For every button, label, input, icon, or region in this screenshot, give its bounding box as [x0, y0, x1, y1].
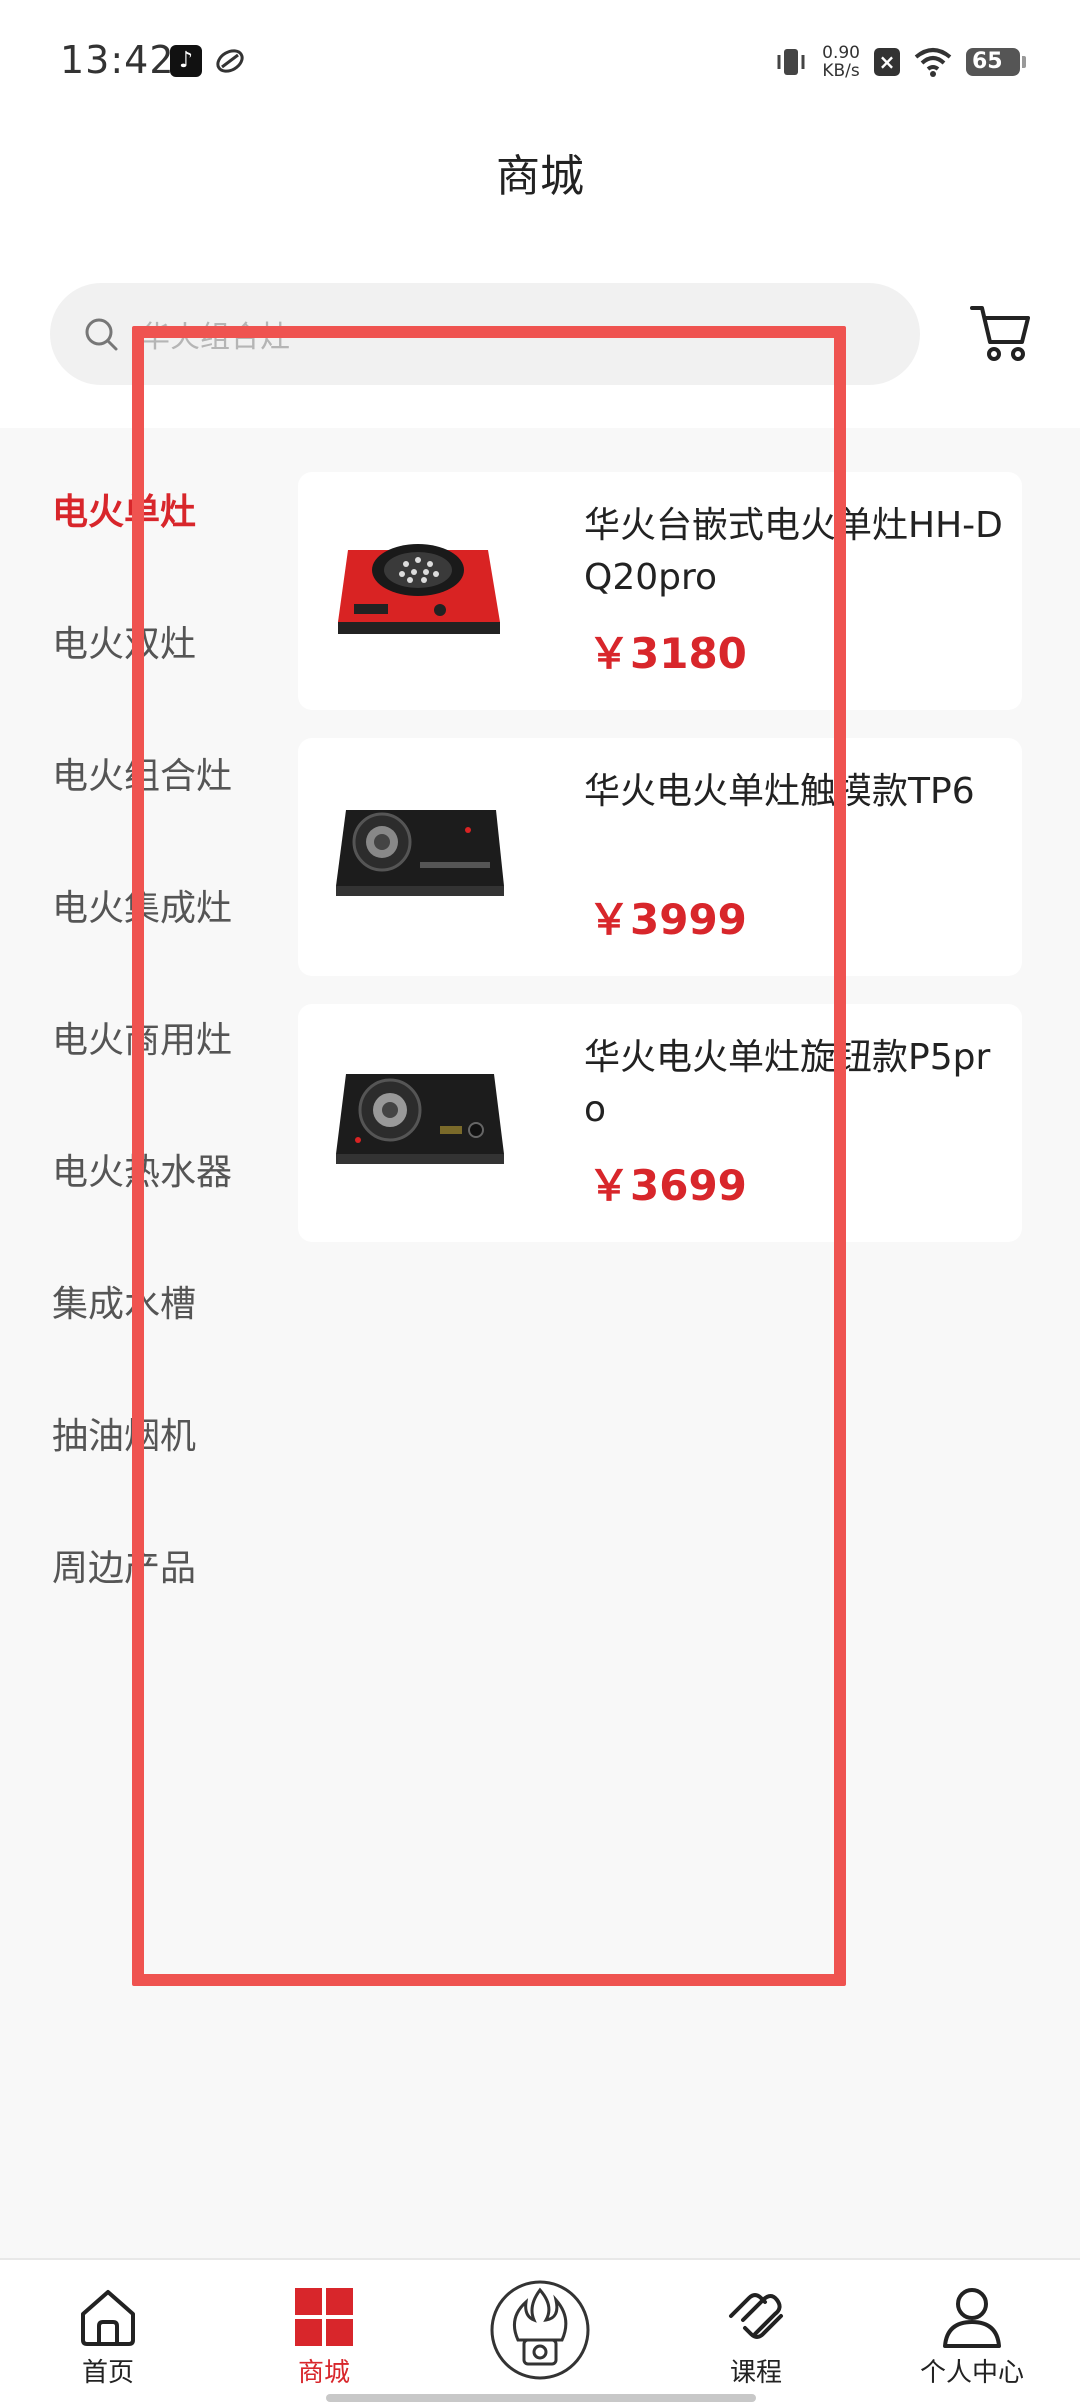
tab-mall[interactable]: 商城: [216, 2260, 432, 2408]
page-title: 商城: [496, 151, 584, 202]
cart-icon[interactable]: [968, 300, 1034, 366]
app-notification-icon: [216, 49, 244, 73]
tab-brand[interactable]: [432, 2260, 648, 2408]
search-icon: [85, 318, 118, 351]
tab-home[interactable]: 首页: [0, 2260, 216, 2408]
grid-icon: [295, 2288, 353, 2346]
status-bar: 13:42 ♪ 0.90 KB/s × 65: [0, 0, 1080, 120]
wifi-icon: [914, 48, 952, 77]
tiktok-icon: ♪: [170, 45, 202, 77]
status-time: 13:42: [60, 38, 175, 82]
annotation-rectangle: [132, 326, 846, 1986]
bottom-tab-bar: 首页 商城 课程 个人中心: [0, 2258, 1080, 2408]
home-indicator[interactable]: [326, 2394, 756, 2402]
battery-level: 65: [972, 49, 1003, 74]
network-speed: 0.90 KB/s: [822, 44, 860, 80]
battery-icon: 65: [966, 48, 1026, 76]
home-icon: [81, 2290, 135, 2346]
course-icon: [729, 2293, 783, 2339]
tab-profile[interactable]: 个人中心: [864, 2260, 1080, 2408]
network-speed-value: 0.90: [822, 43, 860, 63]
vibrate-icon: [777, 49, 805, 75]
person-icon: [943, 2288, 1001, 2348]
tab-course-label: 课程: [729, 2358, 782, 2388]
brand-logo-icon: [490, 2280, 590, 2380]
tab-course[interactable]: 课程: [648, 2260, 864, 2408]
tab-profile-label: 个人中心: [919, 2358, 1024, 2388]
sim-off-icon: ×: [874, 48, 900, 76]
network-speed-unit: KB/s: [822, 61, 860, 81]
tab-home-label: 首页: [81, 2358, 134, 2388]
tab-mall-label: 商城: [297, 2358, 350, 2388]
